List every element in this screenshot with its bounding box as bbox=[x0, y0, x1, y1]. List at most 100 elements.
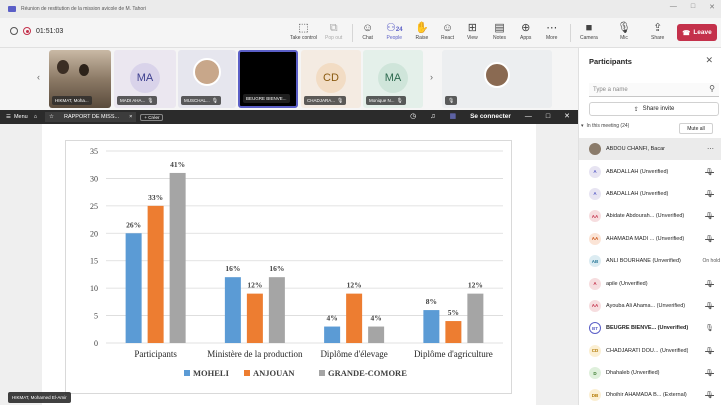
video-tile[interactable]: HIKMAT, Moha... bbox=[49, 50, 111, 108]
document-tab[interactable]: ☆ RAPPORT DE MISS... × bbox=[45, 112, 137, 122]
star-icon: ☆ bbox=[49, 114, 54, 120]
avatar: MA bbox=[130, 63, 160, 93]
meeting-timer: 01:51:03 bbox=[36, 27, 64, 35]
avatar: D bbox=[589, 367, 601, 380]
bar-anjouan bbox=[346, 293, 363, 343]
close-icon[interactable]: ✕ bbox=[705, 55, 713, 66]
participant-row[interactable]: A ABADALLAH (Unverified) 🎙 bbox=[579, 183, 721, 205]
participant-row[interactable]: CD CHADJARATI DOU... (Unverified) 🎙 bbox=[579, 340, 721, 362]
video-tile[interactable]: MA MADI AHA... 🎙 bbox=[114, 50, 176, 108]
view-button[interactable]: ⊞ View bbox=[467, 21, 478, 41]
mic-off-icon[interactable]: 🎙 bbox=[705, 280, 714, 288]
react-icon: ☺ bbox=[441, 22, 454, 34]
mic-off-icon[interactable]: 🎙 bbox=[705, 391, 714, 399]
video-tile[interactable]: MUSCHAL... 🎙 bbox=[178, 50, 236, 108]
mic-off-icon: 🎙 bbox=[211, 97, 219, 104]
on-hold-status[interactable]: On hold bbox=[702, 258, 720, 264]
participant-name: AHAMADA MADI ... (Unverified) bbox=[606, 235, 685, 242]
shared-margin bbox=[0, 124, 42, 405]
phone-hangup-icon: ☎ bbox=[682, 29, 691, 37]
apps-button[interactable]: ⊕ Apps bbox=[520, 21, 531, 41]
participant-row[interactable]: BT BEUGRE BIENVE... (Unverified) 🎙 bbox=[579, 317, 721, 339]
menu-button[interactable]: ☰ Menu bbox=[6, 114, 28, 120]
notes-button[interactable]: ▤ Notes bbox=[493, 21, 506, 41]
chat-button[interactable]: ☺ Chat bbox=[362, 21, 373, 41]
new-tab-button[interactable]: + Créer bbox=[140, 113, 164, 121]
raise-hand-button[interactable]: ✋ Raise bbox=[415, 21, 429, 41]
mic-off-icon[interactable]: 🎙 bbox=[705, 235, 714, 243]
video-tile[interactable]: 🎙 bbox=[442, 50, 552, 108]
participant-list: ABDOU CHANFI, Bacar ⋯ A ABADALLAH (Unverifi… bbox=[579, 138, 721, 405]
mic-off-icon[interactable]: 🎙 bbox=[705, 347, 714, 355]
category-label: Ministère de la production bbox=[207, 349, 303, 359]
bell-icon[interactable]: ♫ bbox=[430, 113, 435, 120]
clock-icon[interactable]: ◷ bbox=[410, 112, 416, 120]
chat-icon: ☺ bbox=[362, 22, 374, 34]
chevron-left-icon[interactable]: ‹ bbox=[37, 72, 40, 82]
minimize-icon[interactable]: — bbox=[525, 113, 532, 120]
avatar: MA bbox=[378, 63, 408, 93]
participant-row[interactable]: AB ANLI BOURHANE (Unverified) On hold bbox=[579, 250, 721, 272]
participant-name: Abidate Abdourah... (Unverified) bbox=[606, 213, 685, 220]
react-button[interactable]: ☺ React bbox=[441, 21, 454, 41]
participant-row[interactable]: AA Abidate Abdourah... (Unverified) 🎙 bbox=[579, 205, 721, 227]
share-invite-button[interactable]: ⇪ Share invite bbox=[589, 102, 719, 116]
tile-name-label: HIKMAT, Moha... bbox=[52, 96, 92, 105]
mic-off-icon[interactable]: 🎙 bbox=[705, 302, 714, 310]
mic-off-icon[interactable]: 🎙 bbox=[705, 369, 714, 377]
mic-icon[interactable]: 🎙 bbox=[705, 324, 714, 332]
mic-off-icon[interactable]: 🎙 bbox=[705, 190, 714, 198]
data-label: 4% bbox=[371, 314, 382, 323]
bar-grande-comore bbox=[467, 293, 484, 343]
in-meeting-section-toggle[interactable]: ▾ In this meeting (24) bbox=[581, 123, 629, 129]
sign-in-link[interactable]: Se connecter bbox=[470, 113, 511, 120]
participant-row[interactable]: Aapile (Unverified) 🎙 bbox=[579, 272, 721, 294]
avatar bbox=[589, 143, 601, 156]
grid-icon[interactable]: ▦ bbox=[449, 112, 456, 120]
take-control-button[interactable]: ⬚ Take control bbox=[290, 21, 317, 41]
data-label: 16% bbox=[225, 264, 240, 273]
mic-button[interactable]: 🎙 Mic bbox=[617, 21, 631, 41]
legend-label: ANJOUAN bbox=[253, 368, 295, 378]
participant-row[interactable]: DB Dhoihir AHAMADA B... (External) 🎙 bbox=[579, 384, 721, 405]
close-icon[interactable]: ✕ bbox=[564, 112, 570, 120]
recording-icon bbox=[23, 27, 31, 35]
pop-out-button[interactable]: ⧉ Pop out bbox=[325, 21, 342, 41]
tile-name-label: 🎙 bbox=[445, 96, 458, 105]
more-icon[interactable]: ⋯ bbox=[707, 145, 714, 153]
data-label: 5% bbox=[448, 308, 459, 317]
avatar: DB bbox=[589, 389, 601, 402]
mute-all-button[interactable]: Mute all bbox=[679, 123, 713, 134]
minimize-button[interactable]: — bbox=[670, 3, 677, 11]
maximize-button[interactable]: □ bbox=[691, 3, 695, 11]
participant-row[interactable]: A ABADALLAH (Unverified) 🎙 bbox=[579, 160, 721, 182]
share-button[interactable]: ⇪ Share bbox=[651, 21, 664, 41]
toolbar-divider bbox=[570, 24, 571, 42]
y-tick-label: 20 bbox=[90, 229, 98, 238]
maximize-icon[interactable]: □ bbox=[546, 113, 550, 120]
tile-name-label: MUSCHAL... 🎙 bbox=[181, 96, 222, 105]
bar-moheli bbox=[125, 233, 142, 343]
video-tile[interactable]: MA Monique N... 🎙 bbox=[363, 50, 423, 108]
participant-row[interactable]: AA AHAMADA MADI ... (Unverified) 🎙 bbox=[579, 228, 721, 250]
video-tile[interactable]: CD CHADJARA... 🎙 bbox=[301, 50, 361, 108]
participant-row[interactable]: AA Ayouba Ali Ahama... (Unverified) 🎙 bbox=[579, 295, 721, 317]
leave-button[interactable]: ☎ Leave bbox=[677, 24, 717, 41]
mic-off-icon: 🎙 bbox=[147, 97, 154, 104]
bar-moheli bbox=[324, 326, 341, 343]
participant-row[interactable]: ABDOU CHANFI, Bacar ⋯ bbox=[579, 138, 721, 161]
close-window-button[interactable]: ✕ bbox=[709, 3, 715, 11]
mic-off-icon[interactable]: 🎙 bbox=[705, 168, 714, 176]
video-tile-active-speaker[interactable]: BEUGRE BIENVE... bbox=[238, 50, 298, 108]
chevron-right-icon[interactable]: › bbox=[430, 72, 433, 82]
bar-anjouan bbox=[246, 293, 263, 343]
search-input[interactable]: Type a name ⚲ bbox=[589, 83, 719, 97]
participant-name: apile (Unverified) bbox=[606, 280, 648, 287]
home-icon[interactable]: ⌂ bbox=[34, 114, 37, 120]
mic-off-icon[interactable]: 🎙 bbox=[705, 212, 714, 220]
more-button[interactable]: ⋯ More bbox=[546, 21, 557, 41]
chevron-down-icon: ▾ bbox=[581, 123, 584, 129]
participant-row[interactable]: D Dhahaleb (Unverified) 🎙 bbox=[579, 362, 721, 384]
people-button[interactable]: ⚇24 People bbox=[386, 21, 403, 41]
camera-button[interactable]: ■ Camera bbox=[580, 21, 598, 41]
